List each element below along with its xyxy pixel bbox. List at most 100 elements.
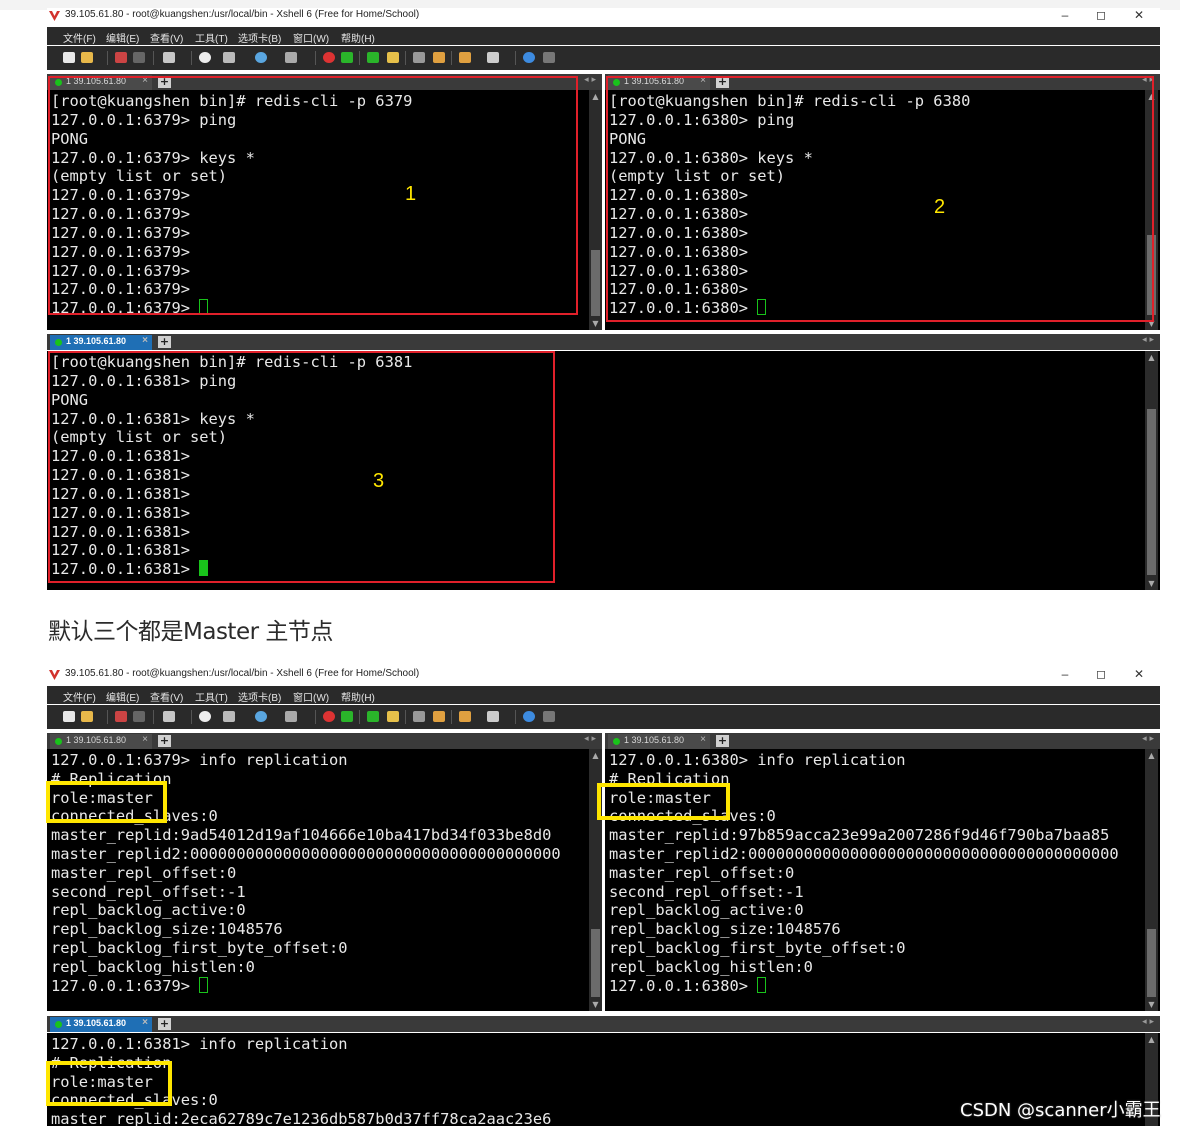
connected-icon	[55, 339, 62, 346]
properties-icon[interactable]	[163, 52, 175, 63]
terminal-line: repl_backlog_histlen:0	[609, 957, 813, 976]
search-icon[interactable]	[199, 711, 211, 722]
terminal-line: repl_backlog_size:1048576	[609, 920, 841, 939]
menu-file[interactable]: 文件(F)	[63, 30, 96, 45]
menu-tools[interactable]: 工具(T)	[195, 689, 228, 704]
fullscreen-icon[interactable]	[367, 711, 379, 722]
highlight-box-1	[48, 76, 578, 315]
pane3-tabbar: 1 39.105.61.80 × + ◂ ▸	[47, 334, 1160, 350]
menu-view[interactable]: 查看(V)	[150, 689, 183, 704]
terminal-line: repl_backlog_active:0	[51, 901, 246, 920]
restore-button[interactable]: ◻	[1091, 8, 1111, 22]
menu-edit[interactable]: 编辑(E)	[106, 30, 139, 45]
keyboard-icon[interactable]	[413, 52, 425, 63]
tab-nav-arrows[interactable]: ◂ ▸	[584, 75, 596, 85]
menu-tab[interactable]: 选项卡(B)	[238, 689, 281, 704]
help-icon[interactable]	[523, 711, 535, 722]
reconnect-icon[interactable]	[133, 52, 145, 63]
xshell-logo-icon	[49, 670, 60, 680]
menu-file[interactable]: 文件(F)	[63, 689, 96, 704]
minimize-button[interactable]: –	[1055, 667, 1075, 681]
font-icon[interactable]	[285, 711, 297, 722]
new-tab-icon[interactable]	[459, 711, 471, 722]
close-tab-icon[interactable]: ×	[142, 734, 148, 745]
restore-button[interactable]: ◻	[1091, 667, 1111, 681]
menu-tools[interactable]: 工具(T)	[195, 30, 228, 45]
xftp-transfer-icon[interactable]	[341, 711, 353, 722]
pane1-scrollbar[interactable]: ▲ ▼	[589, 90, 602, 330]
menu-view[interactable]: 查看(V)	[150, 30, 183, 45]
lock-icon[interactable]	[387, 711, 399, 722]
compose-icon[interactable]	[433, 52, 445, 63]
xftp-icon[interactable]	[323, 52, 335, 63]
copy-icon[interactable]	[223, 711, 235, 722]
terminal-line: 127.0.0.1:6380>	[609, 976, 758, 995]
tab-session-1[interactable]: 1 39.105.61.80 ×	[50, 734, 152, 749]
menu-edit[interactable]: 编辑(E)	[106, 689, 139, 704]
properties-icon[interactable]	[163, 711, 175, 722]
toolbar	[47, 46, 1160, 70]
add-tab-button[interactable]: +	[158, 336, 171, 348]
menu-window[interactable]: 窗口(W)	[293, 30, 329, 45]
fullscreen-icon[interactable]	[367, 52, 379, 63]
pane3-scrollbar[interactable]: ▲ ▼	[1145, 351, 1158, 590]
copy-icon[interactable]	[223, 52, 235, 63]
disconnect-icon[interactable]	[115, 711, 127, 722]
terminal-line: 127.0.0.1:6379>	[51, 976, 200, 995]
close-button[interactable]: ✕	[1129, 667, 1149, 681]
add-tab-button[interactable]: +	[158, 1018, 171, 1030]
pane3-tabbar: 1 39.105.61.80 × + ◂ ▸	[47, 1016, 1160, 1032]
close-tab-icon[interactable]: ×	[142, 335, 148, 346]
globe-icon[interactable]	[255, 711, 267, 722]
menu-window[interactable]: 窗口(W)	[293, 689, 329, 704]
tab-nav-arrows[interactable]: ◂ ▸	[1142, 335, 1154, 345]
menu-help[interactable]: 帮助(H)	[341, 689, 375, 704]
close-tab-icon[interactable]: ×	[700, 734, 706, 745]
layout-icon[interactable]	[487, 711, 499, 722]
tab-nav-arrows[interactable]: ◂ ▸	[1142, 734, 1154, 744]
title-bar: 39.105.61.80 - root@kuangshen:/usr/local…	[47, 667, 1160, 683]
tab-nav-arrows[interactable]: ◂ ▸	[584, 734, 596, 744]
reconnect-icon[interactable]	[133, 711, 145, 722]
keyboard-icon[interactable]	[413, 711, 425, 722]
menu-help[interactable]: 帮助(H)	[341, 30, 375, 45]
compose-icon[interactable]	[433, 711, 445, 722]
tab-session-3[interactable]: 1 39.105.61.80 ×	[50, 1017, 152, 1032]
disconnect-icon[interactable]	[115, 52, 127, 63]
menu-tab[interactable]: 选项卡(B)	[238, 30, 281, 45]
terminal-line: master_replid:2eca62789c7e1236db587b0d37…	[51, 1110, 552, 1126]
globe-icon[interactable]	[255, 52, 267, 63]
xftp-icon[interactable]	[323, 711, 335, 722]
terminal-line: master_replid:9ad54012d19af104666e10ba41…	[51, 826, 552, 845]
tab-session-2[interactable]: 1 39.105.61.80 ×	[608, 734, 710, 749]
tab-nav-arrows[interactable]: ◂ ▸	[1142, 1017, 1154, 1027]
chat-icon[interactable]	[543, 711, 555, 722]
pane2-scrollbar[interactable]: ▲ ▼	[1145, 749, 1158, 1011]
lock-icon[interactable]	[387, 52, 399, 63]
new-tab-icon[interactable]	[459, 52, 471, 63]
open-folder-icon[interactable]	[81, 52, 93, 63]
add-tab-button[interactable]: +	[158, 735, 171, 747]
chat-icon[interactable]	[543, 52, 555, 63]
layout-icon[interactable]	[487, 52, 499, 63]
minimize-button[interactable]: –	[1055, 8, 1075, 22]
toolbar	[47, 705, 1160, 729]
help-icon[interactable]	[523, 52, 535, 63]
annotation-number-3: 3	[373, 470, 385, 492]
terminal-line: master_repl_offset:0	[51, 863, 237, 882]
new-session-icon[interactable]	[63, 711, 75, 722]
close-button[interactable]: ✕	[1129, 8, 1149, 22]
tab-session-3[interactable]: 1 39.105.61.80 ×	[50, 335, 152, 350]
search-icon[interactable]	[199, 52, 211, 63]
add-tab-button[interactable]: +	[716, 735, 729, 747]
role-highlight-6381	[46, 1061, 172, 1106]
new-session-icon[interactable]	[63, 52, 75, 63]
connected-icon	[55, 738, 62, 745]
terminal-line: repl_backlog_histlen:0	[51, 957, 255, 976]
xftp-transfer-icon[interactable]	[341, 52, 353, 63]
terminal-line: second_repl_offset:-1	[609, 882, 804, 901]
close-tab-icon[interactable]: ×	[142, 1017, 148, 1028]
open-folder-icon[interactable]	[81, 711, 93, 722]
font-icon[interactable]	[285, 52, 297, 63]
terminal-line: master_replid2:0000000000000000000000000…	[51, 844, 561, 863]
